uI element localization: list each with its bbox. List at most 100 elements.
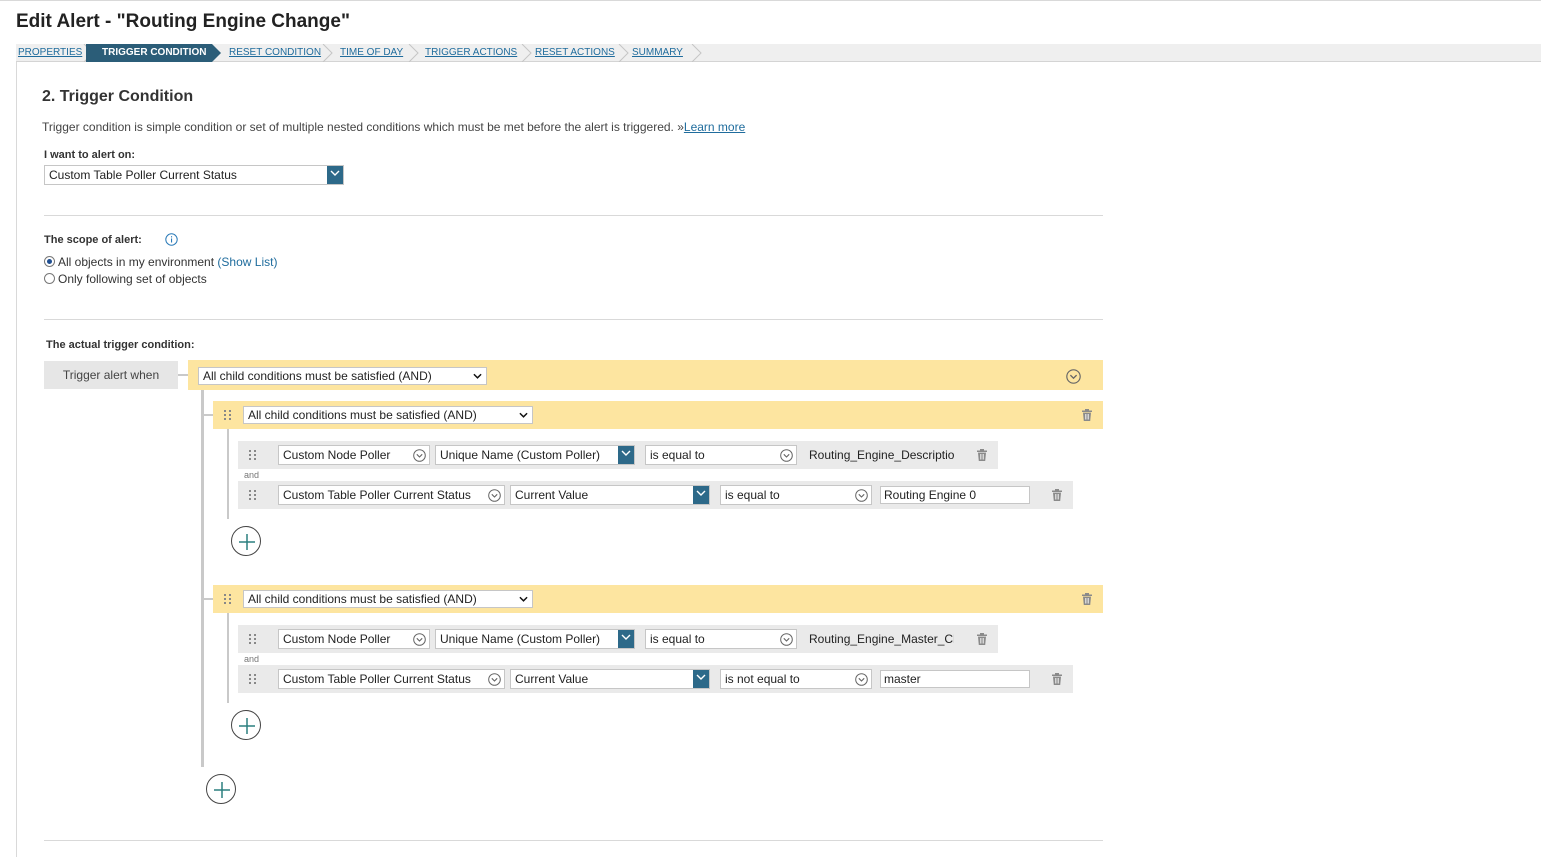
value-input[interactable]: Routing_Engine_Master_Cl [805,630,955,648]
step-reset-condition[interactable]: RESET CONDITION [229,44,321,62]
object-value: Custom Table Poller Current Status [283,488,471,502]
trash-icon[interactable] [1052,673,1062,685]
chevron-down-icon [330,170,340,176]
and-label: and [244,654,260,664]
condition-row: Custom Node Poller Unique Name (Custom P… [238,441,998,469]
drag-handle-icon[interactable] [224,594,232,604]
wizard-steps: PROPERTIES TRIGGER CONDITION RESET CONDI… [16,44,1541,62]
root-condition-select[interactable]: All child conditions must be satisfied (… [198,367,487,385]
dropdown-button[interactable] [693,486,709,504]
step-reset-actions[interactable]: RESET ACTIONS [535,44,615,62]
scope-following-label: Only following set of objects [58,272,207,286]
trigger-condition-label: The actual trigger condition: [46,339,195,351]
operator-value: is equal to [650,448,705,462]
divider [44,319,1103,320]
step-summary[interactable]: SUMMARY [632,44,683,62]
scope-all-radio[interactable] [44,256,55,267]
divider [44,840,1103,841]
dropdown-button[interactable] [618,446,634,464]
section-description: Trigger condition is simple condition or… [42,120,745,134]
dropdown-button[interactable] [327,166,343,184]
field-select[interactable]: Current Value [510,669,710,689]
field-select[interactable]: Current Value [510,485,710,505]
step-time-of-day[interactable]: TIME OF DAY [340,44,403,62]
chevron-down-icon [621,634,631,640]
group-1-condition-value: All child conditions must be satisfied (… [248,408,477,422]
drag-handle-icon[interactable] [249,450,257,460]
plus-icon [213,781,231,799]
page-title: Edit Alert - "Routing Engine Change" [16,11,350,32]
field-select[interactable]: Unique Name (Custom Poller) [435,629,635,649]
group-2-condition-value: All child conditions must be satisfied (… [248,592,477,606]
alert-on-label: I want to alert on: [44,149,136,161]
add-group-button[interactable] [206,774,236,804]
trash-icon[interactable] [977,633,987,645]
object-select[interactable]: Custom Node Poller [278,445,430,465]
drag-handle-icon[interactable] [249,490,257,500]
chevron-down-icon [855,489,868,502]
group-2-condition-bar: All child conditions must be satisfied (… [213,585,1103,613]
operator-select[interactable]: is equal to [645,629,797,649]
connector [201,414,213,416]
step-properties[interactable]: PROPERTIES [18,44,82,62]
condition-row: Custom Table Poller Current Status Curre… [238,665,1073,693]
plus-icon [238,533,256,551]
trash-icon[interactable] [977,449,987,461]
learn-more-link[interactable]: Learn more [684,120,745,134]
trigger-when-label: Trigger alert when [44,361,178,389]
condition-row: Custom Node Poller Unique Name (Custom P… [238,625,998,653]
collapse-icon[interactable] [1066,369,1081,384]
connector [201,598,213,600]
step-trigger-actions[interactable]: TRIGGER ACTIONS [425,44,517,62]
group-1-condition-select[interactable]: All child conditions must be satisfied (… [243,406,533,424]
and-label: and [244,470,260,480]
scope-label: The scope of alert: [44,234,142,246]
scope-following-radio[interactable] [44,273,55,284]
add-condition-button[interactable] [231,526,261,556]
field-value: Current Value [515,488,589,502]
alert-on-select[interactable]: Custom Table Poller Current Status [44,165,344,185]
operator-value: is not equal to [725,672,800,686]
chevron-right-icon [408,44,419,62]
condition-row: Custom Table Poller Current Status Curre… [238,481,1073,509]
value-input[interactable]: master [880,670,1030,688]
tree-line [201,390,204,767]
chevron-down-icon [855,673,868,686]
connector [178,374,188,376]
operator-select[interactable]: is equal to [645,445,797,465]
dropdown-button[interactable] [618,630,634,648]
chevron-down-icon [473,373,482,379]
field-select[interactable]: Unique Name (Custom Poller) [435,445,635,465]
content-left-border [16,62,17,857]
chevron-down-icon [488,489,501,502]
scope-option-following[interactable]: Only following set of objects [44,272,207,286]
drag-handle-icon[interactable] [249,634,257,644]
trash-icon[interactable] [1052,489,1062,501]
info-icon[interactable] [165,233,178,246]
chevron-down-icon [780,633,793,646]
add-condition-button[interactable] [231,710,261,740]
scope-option-all[interactable]: All objects in my environment (Show List… [44,255,277,269]
object-select[interactable]: Custom Table Poller Current Status [278,669,505,689]
step-trigger-condition[interactable]: TRIGGER CONDITION [86,44,212,62]
operator-select[interactable]: is equal to [720,485,872,505]
drag-handle-icon[interactable] [224,410,232,420]
divider [44,215,1103,216]
chevron-down-icon [413,633,426,646]
operator-select[interactable]: is not equal to [720,669,872,689]
show-list-link[interactable]: (Show List) [217,255,277,269]
object-select[interactable]: Custom Table Poller Current Status [278,485,505,505]
chevron-down-icon [488,673,501,686]
object-select[interactable]: Custom Node Poller [278,629,430,649]
group-2-condition-select[interactable]: All child conditions must be satisfied (… [243,590,533,608]
field-value: Unique Name (Custom Poller) [440,632,601,646]
chevron-down-icon [696,490,706,496]
value-input[interactable]: Routing_Engine_Descriptio [805,446,955,464]
trash-icon[interactable] [1082,593,1092,605]
dropdown-button[interactable] [693,670,709,688]
value-input[interactable]: Routing Engine 0 [880,486,1030,504]
chevron-right-icon [521,44,532,62]
operator-value: is equal to [725,488,780,502]
drag-handle-icon[interactable] [249,674,257,684]
trash-icon[interactable] [1082,409,1092,421]
